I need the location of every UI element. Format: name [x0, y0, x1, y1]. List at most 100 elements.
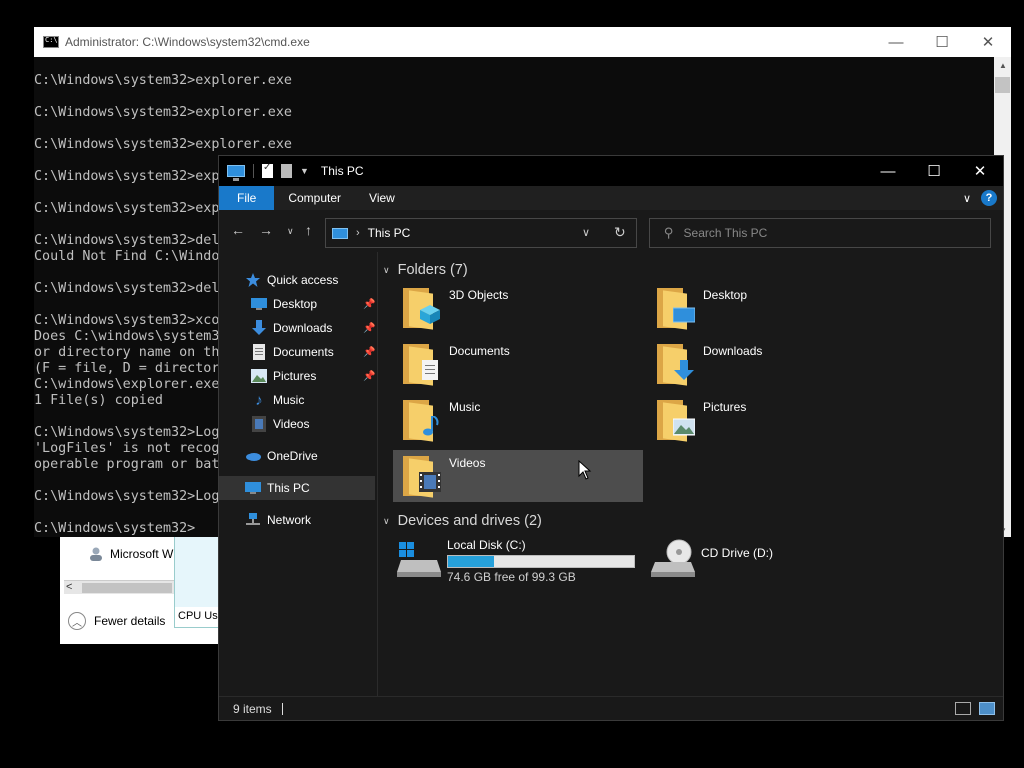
picture-icon: [251, 368, 267, 384]
search-icon: ⚲: [664, 225, 674, 240]
group-title: Folders (7): [397, 262, 468, 278]
sidebar-item-downloads[interactable]: Downloads 📌: [251, 316, 377, 340]
folder-downloads[interactable]: Downloads: [647, 338, 897, 390]
sidebar-item-label: Network: [267, 513, 312, 527]
tab-view[interactable]: View: [355, 186, 409, 210]
user-icon: [90, 547, 102, 561]
folder-label: Music: [449, 400, 481, 414]
scroll-thumb[interactable]: [82, 583, 172, 593]
download-arrow-icon: [251, 320, 267, 336]
new-folder-icon[interactable]: [281, 164, 292, 178]
chevron-down-icon[interactable]: ∨: [383, 265, 390, 276]
explorer-titlebar[interactable]: ▼ This PC — ☐ ✕: [219, 156, 1003, 186]
fewer-details-button[interactable]: ︿ Fewer details: [68, 612, 165, 630]
folder-documents[interactable]: Documents: [393, 338, 643, 390]
search-box[interactable]: ⚲: [649, 218, 991, 248]
folders-group-header[interactable]: ∨ Folders (7): [383, 262, 468, 278]
process-label: Microsoft W: [110, 547, 174, 561]
close-button[interactable]: ✕: [957, 156, 1003, 186]
sidebar-item-music[interactable]: ♪ Music: [251, 388, 304, 412]
music-note-icon: [423, 416, 439, 436]
sidebar-item-desktop[interactable]: Desktop 📌: [251, 292, 377, 316]
process-row[interactable]: Microsoft W: [88, 546, 173, 562]
folder-icon: [657, 342, 697, 386]
drive-usage-bar: [447, 555, 635, 568]
breadcrumb-chevron-icon[interactable]: ›: [356, 227, 360, 239]
drive-free-space: 74.6 GB free of 99.3 GB: [447, 570, 576, 584]
scroll-up-icon[interactable]: ▲: [999, 61, 1007, 70]
scroll-left-icon[interactable]: <: [66, 581, 72, 593]
text-cursor: [281, 702, 283, 715]
tab-computer[interactable]: Computer: [274, 186, 355, 210]
expand-ribbon-icon[interactable]: ∨: [963, 192, 971, 205]
devices-group-header[interactable]: ∨ Devices and drives (2): [383, 513, 542, 529]
sidebar-item-pictures[interactable]: Pictures 📌: [251, 364, 377, 388]
sidebar-item-videos[interactable]: Videos: [251, 412, 309, 436]
folder-3d-objects[interactable]: 3D Objects: [393, 282, 643, 334]
chevron-up-icon: ︿: [68, 612, 86, 630]
folder-label: Pictures: [703, 400, 747, 414]
sidebar-item-label: This PC: [267, 481, 310, 495]
folder-desktop[interactable]: Desktop: [647, 282, 897, 334]
task-manager-window: Microsoft W < CPU Usa ︿ Fewer details: [60, 536, 221, 644]
music-note-icon: ♪: [255, 391, 263, 409]
horizontal-scrollbar[interactable]: <: [64, 580, 178, 594]
folder-icon: [403, 398, 443, 442]
details-view-icon[interactable]: [955, 702, 971, 715]
cpu-usage-label: CPU Usa: [175, 607, 221, 627]
film-icon: [419, 472, 441, 492]
minimize-button[interactable]: —: [873, 27, 919, 57]
breadcrumb[interactable]: This PC: [368, 226, 411, 240]
scroll-thumb[interactable]: [995, 77, 1010, 93]
pin-icon[interactable]: 📌: [363, 299, 375, 310]
ribbon-tabs: File Computer View ∨ ?: [219, 186, 1003, 210]
tiles-view-icon[interactable]: [979, 702, 995, 715]
drive-local-disk-c[interactable]: Local Disk (C:) 74.6 GB free of 99.3 GB: [397, 538, 635, 584]
address-bar[interactable]: › This PC ∨ ↻: [325, 218, 637, 248]
help-icon[interactable]: ?: [981, 190, 997, 206]
item-count: 9 items: [233, 701, 272, 716]
pin-icon[interactable]: 📌: [363, 323, 375, 334]
network-icon: [245, 512, 261, 528]
sidebar-item-label: Music: [273, 393, 305, 407]
folder-music[interactable]: Music: [393, 394, 643, 446]
chevron-down-icon[interactable]: ∨: [383, 516, 390, 527]
drive-cd-d[interactable]: CD Drive (D:): [651, 538, 773, 578]
maximize-button[interactable]: ☐: [911, 156, 957, 186]
fewer-details-label: Fewer details: [94, 614, 166, 628]
sidebar-item-label: Downloads: [273, 321, 333, 335]
group-title: Devices and drives (2): [397, 513, 542, 529]
pin-icon[interactable]: 📌: [363, 347, 375, 358]
up-arrow-icon[interactable]: ↑: [305, 222, 312, 238]
sidebar-item-onedrive[interactable]: OneDrive: [245, 444, 318, 468]
properties-icon[interactable]: [262, 162, 273, 178]
close-button[interactable]: ✕: [965, 27, 1011, 57]
folder-pictures[interactable]: Pictures: [647, 394, 897, 446]
pin-icon[interactable]: 📌: [363, 371, 375, 382]
folder-videos[interactable]: Videos: [393, 450, 643, 502]
drive-label: Local Disk (C:): [447, 538, 526, 552]
download-arrow-icon: [674, 360, 694, 380]
recent-locations-icon[interactable]: ∨: [287, 226, 294, 237]
sidebar-item-this-pc[interactable]: This PC: [219, 476, 375, 500]
navigation-bar: ← → ∨ ↑ › This PC ∨ ↻ ⚲: [219, 210, 1003, 252]
folder-label: Videos: [449, 456, 486, 470]
sidebar-item-label: Documents: [273, 345, 334, 359]
refresh-icon[interactable]: ↻: [614, 224, 626, 241]
search-input[interactable]: [683, 226, 964, 240]
cmd-titlebar[interactable]: Administrator: C:\Windows\system32\cmd.e…: [34, 27, 1011, 57]
customize-dropdown-icon[interactable]: ▼: [300, 166, 309, 176]
address-dropdown-icon[interactable]: ∨: [582, 226, 590, 239]
tab-file[interactable]: File: [219, 186, 275, 210]
back-arrow-icon[interactable]: ←: [231, 222, 245, 238]
folder-icon: [657, 286, 697, 330]
maximize-button[interactable]: ☐: [919, 27, 965, 57]
sidebar-item-documents[interactable]: Documents 📌: [251, 340, 377, 364]
sidebar-item-quick-access[interactable]: Quick access: [245, 268, 338, 292]
forward-arrow-icon[interactable]: →: [259, 222, 273, 238]
cd-drive-icon: [651, 538, 695, 578]
sidebar-item-network[interactable]: Network: [245, 508, 311, 532]
sidebar-item-label: Pictures: [273, 369, 317, 383]
minimize-button[interactable]: —: [865, 156, 911, 186]
